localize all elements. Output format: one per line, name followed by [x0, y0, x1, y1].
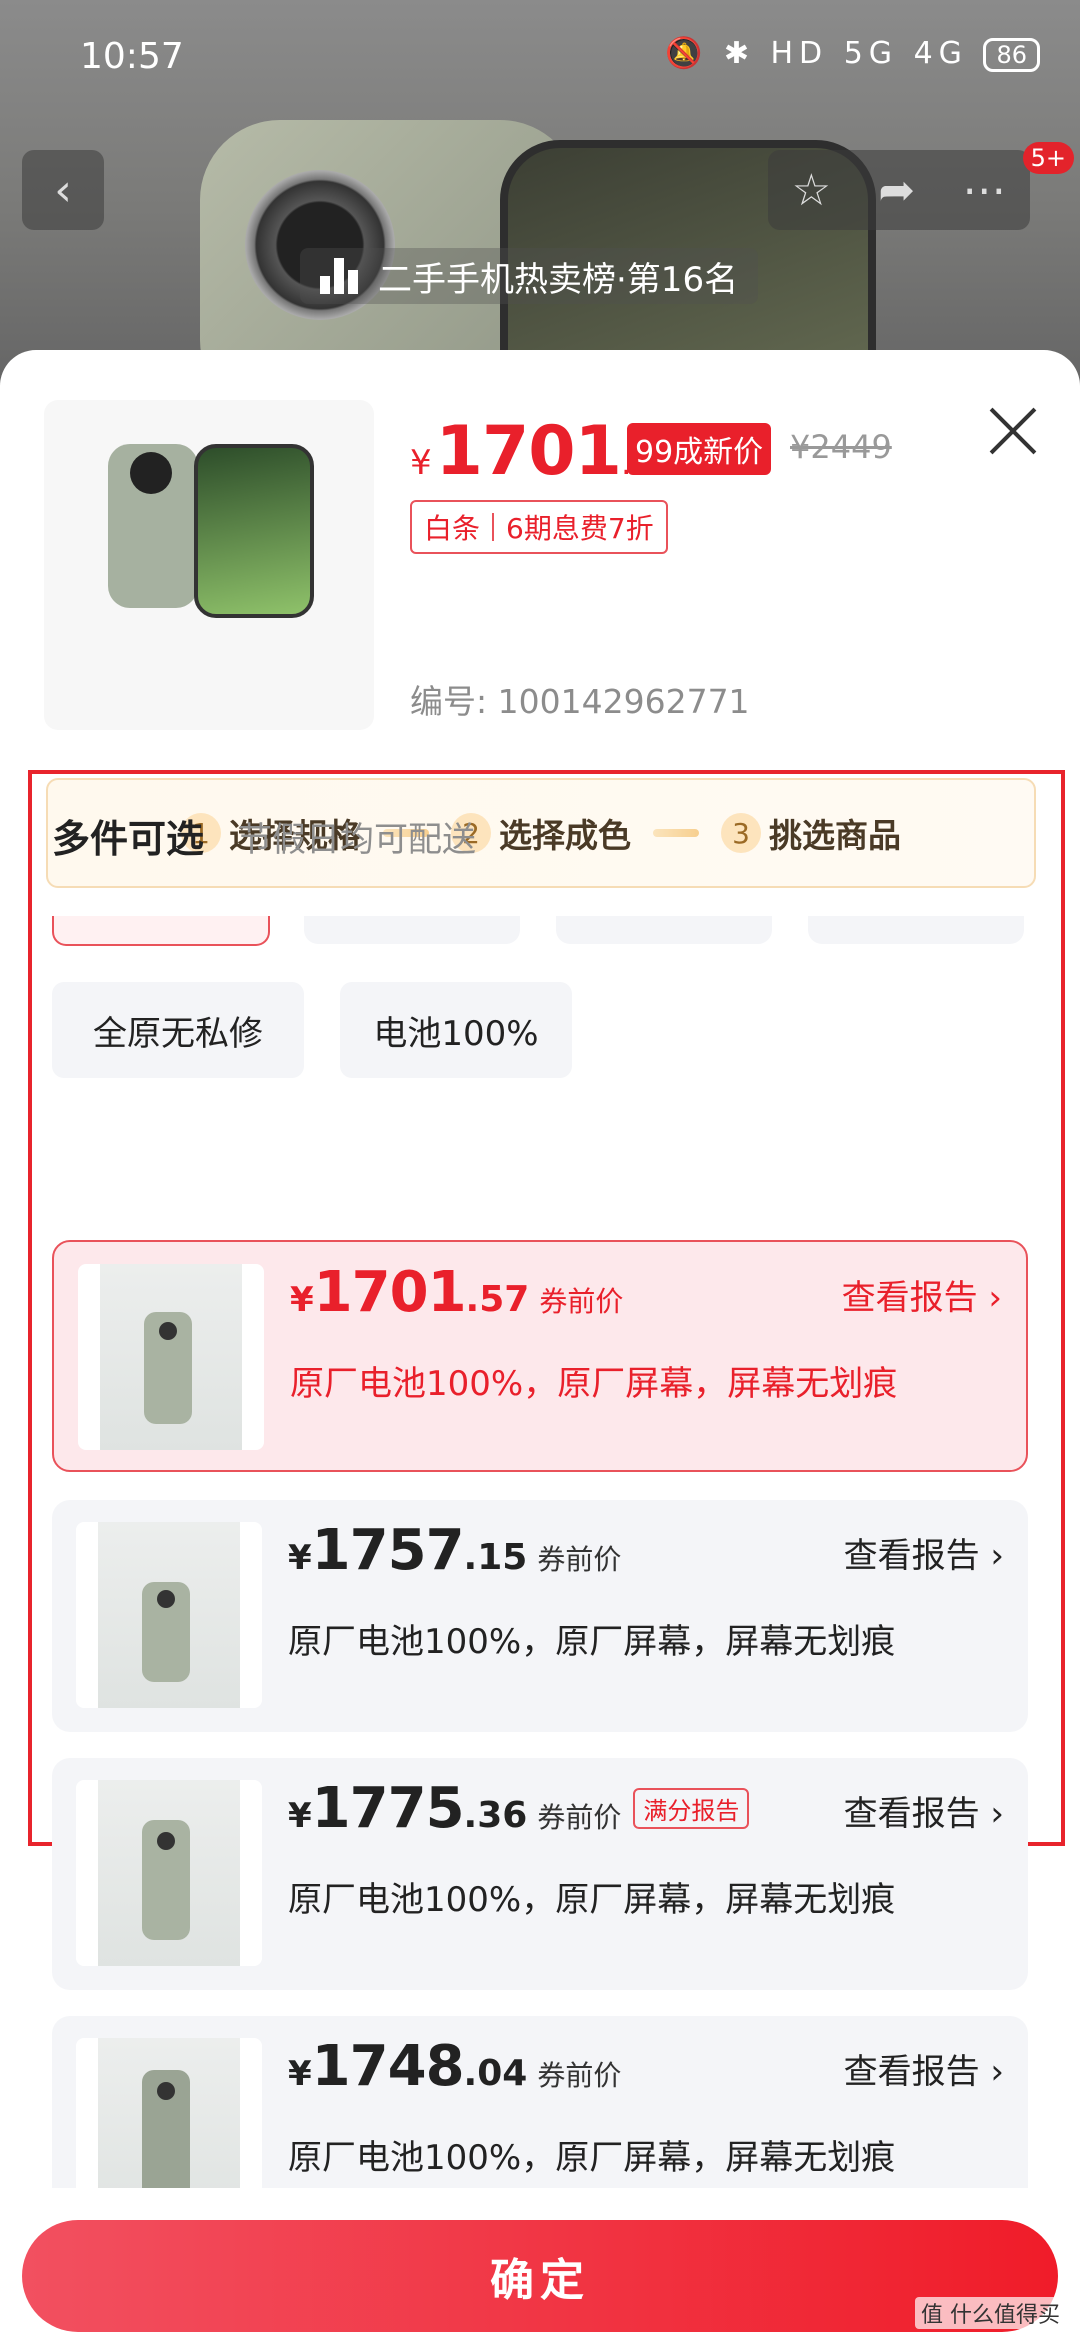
- pre-coupon-label: 券前价: [537, 1543, 622, 1576]
- price-decimal: .15: [463, 1537, 528, 1578]
- thumbnail-phone-front: [194, 444, 314, 618]
- share-icon[interactable]: ➦: [878, 165, 915, 216]
- item-card[interactable]: ¥ 1757 .15 券前价 查看报告 › 原厂电池100%，原厂屏幕，屏幕无划…: [52, 1500, 1028, 1732]
- item-price: ¥ 1748 .04 券前价: [288, 2034, 621, 2099]
- chevron-left-icon: ‹: [54, 164, 72, 216]
- item-price: ¥ 1775 .36 券前价 满分报告: [288, 1776, 750, 1841]
- price-decimal: .36: [463, 1795, 528, 1836]
- ranking-chart-icon: [320, 258, 364, 294]
- thumbnail-camera: [130, 452, 172, 494]
- rank-banner-text: 二手手机热卖榜·第16名: [378, 259, 739, 300]
- item-photo: [78, 1264, 264, 1450]
- view-report-link[interactable]: 查看报告 ›: [844, 1528, 1004, 1577]
- item-description: 原厂电池100%，原厂屏幕，屏幕无划痕: [288, 2138, 896, 2178]
- item-photo: [76, 2038, 262, 2188]
- back-button[interactable]: ‹: [22, 150, 104, 230]
- view-report-link[interactable]: 查看报告 ›: [844, 2044, 1004, 2093]
- full-score-report-tag: 满分报告: [633, 1788, 750, 1829]
- item-photo: [76, 1780, 262, 1966]
- item-description: 原厂电池100%，原厂屏幕，屏幕无划痕: [288, 1880, 896, 1920]
- product-serial: 编号: 100142962771: [410, 682, 750, 721]
- item-price: ¥ 1701 .57 券前价: [290, 1260, 623, 1325]
- item-card[interactable]: ¥ 1775 .36 券前价 满分报告 查看报告 › 原厂电池100%，原厂屏幕…: [52, 1758, 1028, 1990]
- status-time: 10:57: [80, 36, 184, 77]
- currency-symbol: ¥: [288, 1538, 312, 1578]
- divider: [492, 513, 495, 541]
- star-icon[interactable]: ☆: [792, 165, 831, 216]
- pre-coupon-label: 券前价: [539, 1285, 624, 1318]
- pre-coupon-label: 券前价: [537, 1801, 622, 1834]
- pre-coupon-label: 券前价: [537, 2059, 622, 2092]
- watermark: 值 什么值得买: [915, 2297, 1066, 2329]
- price-integer: 1701: [435, 412, 622, 491]
- message-badge: 5+: [1022, 142, 1074, 174]
- header-actions: ☆ ➦ ⋯: [768, 150, 1030, 230]
- multi-item-subtitle: 节假日均可配送: [238, 820, 476, 860]
- battery-icon: 86: [983, 38, 1040, 72]
- price-integer: 1701: [313, 1260, 467, 1325]
- product-thumbnail: [44, 400, 374, 730]
- currency-symbol: ¥: [410, 443, 432, 483]
- price-integer: 1757: [311, 1518, 465, 1583]
- item-card[interactable]: ¥ 1748 .04 券前价 查看报告 › 原厂电池100%，原厂屏幕，屏幕无划…: [52, 2016, 1028, 2188]
- baitiao-offer-text: 6期息费7折: [506, 512, 654, 545]
- baitiao-label: 白条: [424, 512, 481, 545]
- baitiao-offer-tag[interactable]: 白条 6期息费7折: [410, 500, 668, 554]
- item-price: ¥ 1757 .15 券前价: [288, 1518, 621, 1583]
- status-icons: 🔕 ✱ HD 5G 4G 86: [665, 36, 1040, 72]
- currency-symbol: ¥: [288, 2054, 312, 2094]
- currency-symbol: ¥: [290, 1280, 314, 1320]
- price-decimal: .57: [465, 1279, 530, 1320]
- view-report-link[interactable]: 查看报告 ›: [842, 1270, 1002, 1319]
- multi-item-title: 多件可选: [52, 817, 205, 861]
- confirm-button[interactable]: 确定: [22, 2220, 1058, 2332]
- condition-tag: 99成新价: [627, 423, 772, 475]
- price-decimal: .04: [463, 2053, 528, 2094]
- original-price: ¥2449: [790, 428, 892, 466]
- currency-symbol: ¥: [288, 1796, 312, 1836]
- more-icon[interactable]: ⋯: [962, 165, 1006, 216]
- price-integer: 1748: [311, 2034, 465, 2099]
- item-card-selected[interactable]: ¥ 1701 .57 券前价 查看报告 › 原厂电池100%，原厂屏幕，屏幕无划…: [52, 1240, 1028, 1472]
- item-description: 原厂电池100%，原厂屏幕，屏幕无划痕: [290, 1364, 898, 1404]
- close-button[interactable]: [986, 404, 1040, 458]
- price-integer: 1775: [311, 1776, 465, 1841]
- item-photo: [76, 1522, 262, 1708]
- item-description: 原厂电池100%，原厂屏幕，屏幕无划痕: [288, 1622, 896, 1662]
- view-report-link[interactable]: 查看报告 ›: [844, 1786, 1004, 1835]
- status-icon-group: 🔕 ✱ HD 5G 4G: [664, 36, 968, 71]
- rank-banner[interactable]: 二手手机热卖榜·第16名: [300, 248, 759, 304]
